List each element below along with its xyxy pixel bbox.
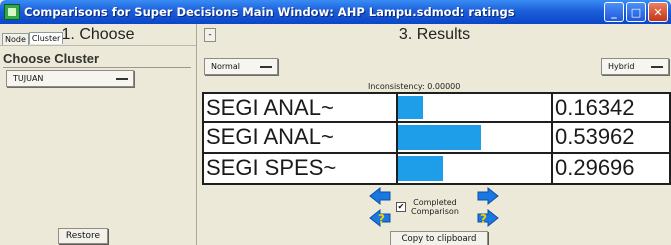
completed-label: Completed Comparison <box>411 198 459 216</box>
svg-text:?: ? <box>378 212 385 226</box>
result-row: SEGI ANAL~ 0.53962 <box>202 123 671 154</box>
results-panel: 3. Results - Normal Hybrid Inconsistency… <box>198 24 671 245</box>
result-bar <box>398 94 553 121</box>
collapse-button[interactable]: - <box>204 28 216 42</box>
dropdown-caret-icon <box>260 66 272 68</box>
result-value: 0.16342 <box>555 95 635 120</box>
title-bar: Comparisons for Super Decisions Main Win… <box>0 0 671 24</box>
divider <box>3 67 191 68</box>
cluster-dropdown[interactable]: TUJUAN <box>6 70 134 87</box>
restore-button[interactable]: Restore <box>58 228 108 244</box>
window-title: Comparisons for Super Decisions Main Win… <box>24 5 515 19</box>
result-bar <box>398 154 553 183</box>
dropdown-caret-icon <box>651 66 663 68</box>
next-arrow-icon[interactable] <box>476 186 500 206</box>
choose-panel: 1. Choose Node Cluster Choose Cluster TU… <box>0 24 197 245</box>
close-button[interactable]: ✕ <box>648 2 668 22</box>
copy-to-clipboard-button[interactable]: Copy to clipboard <box>390 231 488 245</box>
mode-dropdown-value: Normal <box>211 62 240 71</box>
maximize-button[interactable]: □ <box>626 2 646 22</box>
completed-checkbox[interactable]: ✔ <box>396 202 406 212</box>
tab-cluster[interactable]: Cluster <box>28 32 64 44</box>
result-row: SEGI ANAL~ 0.16342 <box>202 92 671 123</box>
result-name: SEGI ANAL~ <box>204 94 398 121</box>
type-dropdown[interactable]: Hybrid <box>601 58 669 75</box>
tab-strip: Node Cluster <box>2 32 64 45</box>
result-name: SEGI ANAL~ <box>204 123 398 152</box>
result-bar <box>398 123 553 152</box>
dropdown-caret-icon <box>116 78 128 80</box>
next-help-icon[interactable]: ? <box>476 208 500 228</box>
choose-cluster-heading: Choose Cluster <box>3 51 100 66</box>
svg-text:?: ? <box>480 212 487 226</box>
navigation-area: ? ✔ Completed Comparison ? <box>366 184 506 230</box>
mode-dropdown[interactable]: Normal <box>204 58 278 75</box>
cluster-dropdown-value: TUJUAN <box>13 74 44 83</box>
app-icon <box>4 4 20 20</box>
results-header: 3. Results <box>398 26 471 43</box>
type-dropdown-value: Hybrid <box>608 62 635 71</box>
completed-toggle[interactable]: ✔ Completed Comparison <box>396 198 459 216</box>
results-table: SEGI ANAL~ 0.16342 SEGI ANAL~ 0.53962 SE… <box>202 92 671 185</box>
result-value: 0.29696 <box>555 155 635 180</box>
inconsistency-label: Inconsistency: 0.00000 <box>368 82 461 91</box>
previous-help-icon[interactable]: ? <box>368 208 392 228</box>
minimize-button[interactable]: _ <box>604 2 624 22</box>
result-name: SEGI SPES~ <box>204 154 398 183</box>
result-value: 0.53962 <box>555 124 635 149</box>
bar-fill <box>398 156 444 181</box>
bar-fill <box>398 96 423 119</box>
bar-fill <box>398 125 481 150</box>
tab-node[interactable]: Node <box>2 33 29 45</box>
previous-arrow-icon[interactable] <box>368 186 392 206</box>
result-row: SEGI SPES~ 0.29696 <box>202 154 671 185</box>
